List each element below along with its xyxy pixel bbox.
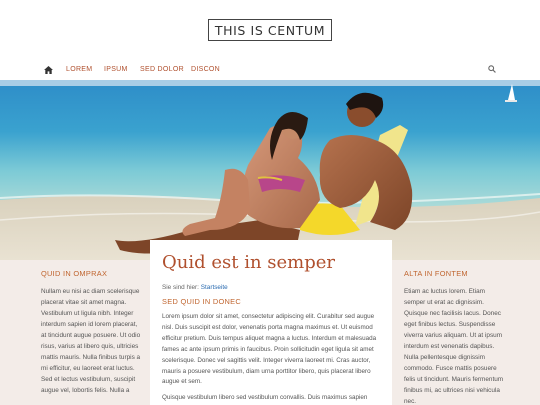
main-paragraph-2: Quisque vestibulum libero sed vestibulum… bbox=[162, 394, 368, 402]
main-subtitle: SED QUID IN DONEC bbox=[162, 297, 242, 306]
breadcrumb: Sie sind hier: Startseite bbox=[162, 284, 380, 291]
left-sidebar-text: Nullam eu nisi ac diam scelerisque place… bbox=[41, 288, 141, 394]
right-sidebar-title: ALTA IN FONTEM bbox=[404, 269, 468, 278]
left-sidebar: QUID IN OMPRAX Nullam eu nisi ac diam sc… bbox=[41, 268, 143, 396]
nav-item-lorem[interactable]: LOREM bbox=[66, 66, 92, 73]
hero-image bbox=[0, 80, 540, 260]
logo-wrapper: THIS IS CENTUM bbox=[0, 19, 540, 41]
nav-item-sed-dolor[interactable]: SED DOLOR bbox=[140, 66, 184, 73]
main-paragraph-1: Lorem ipsum dolor sit amet, consectetur … bbox=[162, 313, 377, 386]
page-title: Quid est in semper bbox=[162, 252, 336, 273]
home-icon[interactable] bbox=[44, 66, 53, 74]
right-sidebar-text: Etiam ac luctus lorem. Etiam semper ut e… bbox=[404, 288, 504, 405]
breadcrumb-prefix: Sie sind hier: bbox=[162, 284, 199, 291]
site-logo[interactable]: THIS IS CENTUM bbox=[207, 19, 333, 41]
search-icon[interactable] bbox=[488, 65, 496, 73]
nav-item-discon[interactable]: DISCON bbox=[191, 66, 220, 73]
main-nav: LOREM IPSUM SED DOLOR DISCON bbox=[0, 59, 540, 80]
right-sidebar: ALTA IN FONTEM Etiam ac luctus lorem. Et… bbox=[404, 268, 506, 405]
beach-couple-photo bbox=[0, 80, 540, 260]
left-sidebar-title: QUID IN OMPRAX bbox=[41, 269, 108, 278]
nav-item-ipsum[interactable]: IPSUM bbox=[104, 66, 128, 73]
main-content: Quid est in semper Sie sind hier: Starts… bbox=[150, 240, 392, 405]
breadcrumb-link-startseite[interactable]: Startseite bbox=[201, 284, 228, 291]
